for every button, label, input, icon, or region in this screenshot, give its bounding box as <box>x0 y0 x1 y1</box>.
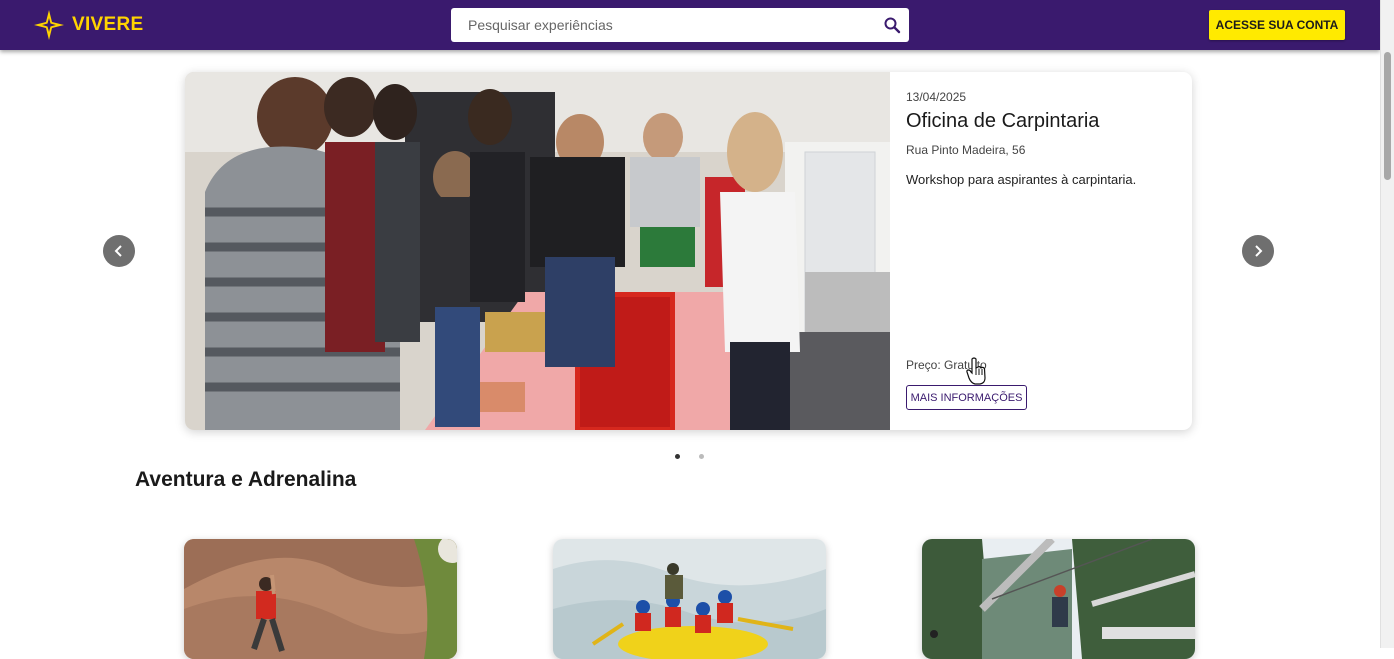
search-input[interactable] <box>451 8 871 42</box>
scrollbar-thumb[interactable] <box>1384 52 1391 180</box>
event-date: 13/04/2025 <box>906 90 967 104</box>
event-address: Rua Pinto Madeira, 56 <box>906 143 1026 157</box>
event-photo[interactable] <box>185 72 890 430</box>
carousel-dot-2[interactable] <box>699 454 704 459</box>
logo[interactable]: VIVERE <box>34 10 144 40</box>
search-bar <box>451 8 909 42</box>
event-title: Oficina de Carpintaria <box>906 110 1100 132</box>
experience-card[interactable] <box>184 539 457 659</box>
more-info-button[interactable]: MAIS INFORMAÇÕES <box>906 385 1027 410</box>
top-navbar: VIVERE ACESSE SUA CONTA <box>0 0 1380 50</box>
section-title: Aventura e Adrenalina <box>135 468 357 491</box>
event-info: 13/04/2025 Oficina de Carpintaria Rua Pi… <box>906 72 1186 430</box>
search-icon[interactable] <box>883 16 901 34</box>
logo-text: VIVERE <box>72 14 144 35</box>
logo-star-icon <box>34 10 64 40</box>
event-description: Workshop para aspirantes à carpintaria. <box>906 172 1137 187</box>
experience-card[interactable] <box>553 539 826 659</box>
chevron-right-icon <box>1255 245 1263 257</box>
carousel-dot-1[interactable] <box>675 454 680 459</box>
experience-card[interactable] <box>922 539 1195 659</box>
carousel-next-button[interactable] <box>1242 235 1274 267</box>
hand-pointer-icon <box>966 357 986 385</box>
page-scrollbar[interactable] <box>1380 0 1394 648</box>
rafting-photo <box>553 539 826 659</box>
login-button[interactable]: ACESSE SUA CONTA <box>1209 10 1345 40</box>
zipline-photo <box>922 539 1195 659</box>
event-carousel-card: 13/04/2025 Oficina de Carpintaria Rua Pi… <box>185 72 1192 430</box>
chevron-left-icon <box>114 245 122 257</box>
carousel-prev-button[interactable] <box>103 235 135 267</box>
rock-climbing-photo <box>184 539 457 659</box>
